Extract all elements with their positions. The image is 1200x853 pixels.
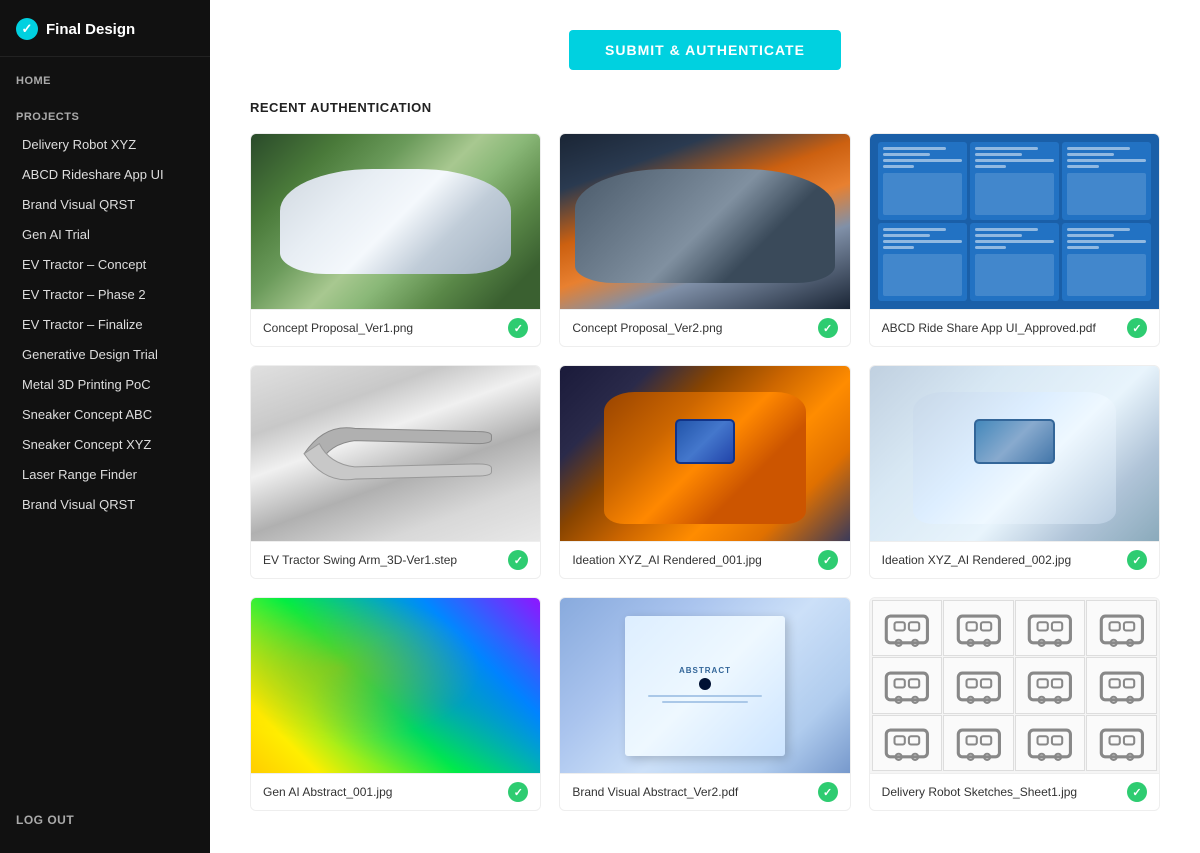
- gallery-card-name-sketches: Delivery Robot Sketches_Sheet1.jpg: [882, 785, 1127, 799]
- gallery-card-footer-colorful: Gen AI Abstract_001.jpg: [251, 773, 540, 810]
- gallery-card-ev2[interactable]: Concept Proposal_Ver2.png: [559, 133, 850, 347]
- sidebar-item-sneaker-xyz[interactable]: Sneaker Concept XYZ: [6, 430, 204, 459]
- gallery-card-ev1[interactable]: Concept Proposal_Ver1.png: [250, 133, 541, 347]
- sidebar-item-ev-tractor-finalize[interactable]: EV Tractor – Finalize: [6, 310, 204, 339]
- gallery-card-name-metal: EV Tractor Swing Arm_3D-Ver1.step: [263, 553, 508, 567]
- gallery-card-footer-abstract: Brand Visual Abstract_Ver2.pdf: [560, 773, 849, 810]
- sidebar-item-ev-tractor-concept[interactable]: EV Tractor – Concept: [6, 250, 204, 279]
- sidebar-item-gen-ai-trial[interactable]: Gen AI Trial: [6, 220, 204, 249]
- sidebar-item-generative-design[interactable]: Generative Design Trial: [6, 340, 204, 369]
- gallery-card-orange[interactable]: Ideation XYZ_AI Rendered_001.jpg: [559, 365, 850, 579]
- sidebar-item-sneaker-abc[interactable]: Sneaker Concept ABC: [6, 400, 204, 429]
- authenticated-icon-white: [1127, 550, 1147, 570]
- gallery-card-name-appui: ABCD Ride Share App UI_Approved.pdf: [882, 321, 1127, 335]
- nav-items-list: Delivery Robot XYZABCD Rideshare App UIB…: [0, 129, 210, 520]
- gallery-card-name-colorful: Gen AI Abstract_001.jpg: [263, 785, 508, 799]
- logo-check-icon: [16, 18, 38, 40]
- sidebar-item-abcd-rideshare[interactable]: ABCD Rideshare App UI: [6, 160, 204, 189]
- authenticated-icon-sketches: [1127, 782, 1147, 802]
- gallery-card-footer-ev1: Concept Proposal_Ver1.png: [251, 309, 540, 346]
- authenticated-icon-appui: [1127, 318, 1147, 338]
- gallery-card-footer-ev2: Concept Proposal_Ver2.png: [560, 309, 849, 346]
- projects-section-label: PROJECTS: [0, 93, 210, 129]
- authenticated-icon-metal: [508, 550, 528, 570]
- authenticated-icon-colorful: [508, 782, 528, 802]
- gallery-card-footer-metal: EV Tractor Swing Arm_3D-Ver1.step: [251, 541, 540, 578]
- gallery-card-abstract[interactable]: ABSTRACT Brand Visual Abstract_Ver2.pdf: [559, 597, 850, 811]
- authenticated-icon-ev2: [818, 318, 838, 338]
- submit-authenticate-button[interactable]: SUBMIT & AUTHENTICATE: [569, 30, 841, 70]
- app-logo[interactable]: Final Design: [0, 0, 210, 57]
- sidebar: Final Design HOME PROJECTS Delivery Robo…: [0, 0, 210, 853]
- gallery-card-sketches[interactable]: Delivery Robot Sketches_Sheet1.jpg: [869, 597, 1160, 811]
- sidebar-item-laser-range[interactable]: Laser Range Finder: [6, 460, 204, 489]
- gallery-card-footer-orange: Ideation XYZ_AI Rendered_001.jpg: [560, 541, 849, 578]
- gallery-card-white[interactable]: Ideation XYZ_AI Rendered_002.jpg: [869, 365, 1160, 579]
- sidebar-item-metal-3d[interactable]: Metal 3D Printing PoC: [6, 370, 204, 399]
- main-content: SUBMIT & AUTHENTICATE RECENT AUTHENTICAT…: [210, 0, 1200, 853]
- gallery-image-app-ui: [870, 134, 1159, 309]
- gallery-card-name-ev1: Concept Proposal_Ver1.png: [263, 321, 508, 335]
- gallery-card-footer-white: Ideation XYZ_AI Rendered_002.jpg: [870, 541, 1159, 578]
- submit-bar: SUBMIT & AUTHENTICATE: [250, 30, 1160, 70]
- gallery-card-footer-sketches: Delivery Robot Sketches_Sheet1.jpg: [870, 773, 1159, 810]
- gallery-card-appui[interactable]: ABCD Ride Share App UI_Approved.pdf: [869, 133, 1160, 347]
- gallery-card-name-ev2: Concept Proposal_Ver2.png: [572, 321, 817, 335]
- gallery-image-delivery-white: [870, 366, 1159, 541]
- gallery-image-delivery-orange: [560, 366, 849, 541]
- home-section-label: HOME: [0, 57, 210, 93]
- gallery-image-abstract-book: ABSTRACT: [560, 598, 849, 773]
- gallery-grid: Concept Proposal_Ver1.png Concept Proposa…: [250, 133, 1160, 811]
- gallery-card-metal[interactable]: EV Tractor Swing Arm_3D-Ver1.step: [250, 365, 541, 579]
- logout-button[interactable]: LOG OUT: [0, 797, 210, 833]
- gallery-image-ev-tractor-2: [560, 134, 849, 309]
- sidebar-item-delivery-robot[interactable]: Delivery Robot XYZ: [6, 130, 204, 159]
- recent-auth-title: RECENT AUTHENTICATION: [250, 100, 1160, 115]
- sidebar-item-brand-visual-2[interactable]: Brand Visual QRST: [6, 490, 204, 519]
- gallery-card-name-orange: Ideation XYZ_AI Rendered_001.jpg: [572, 553, 817, 567]
- gallery-image-sketches: [870, 598, 1159, 773]
- authenticated-icon-ev1: [508, 318, 528, 338]
- gallery-image-ev-tractor-1: [251, 134, 540, 309]
- sidebar-item-ev-tractor-phase2[interactable]: EV Tractor – Phase 2: [6, 280, 204, 309]
- authenticated-icon-orange: [818, 550, 838, 570]
- app-name: Final Design: [46, 21, 135, 38]
- gallery-card-footer-appui: ABCD Ride Share App UI_Approved.pdf: [870, 309, 1159, 346]
- gallery-card-colorful[interactable]: Gen AI Abstract_001.jpg: [250, 597, 541, 811]
- gallery-card-name-white: Ideation XYZ_AI Rendered_002.jpg: [882, 553, 1127, 567]
- gallery-image-metal-part: [251, 366, 540, 541]
- authenticated-icon-abstract: [818, 782, 838, 802]
- gallery-card-name-abstract: Brand Visual Abstract_Ver2.pdf: [572, 785, 817, 799]
- gallery-image-colorful: [251, 598, 540, 773]
- sidebar-item-brand-visual[interactable]: Brand Visual QRST: [6, 190, 204, 219]
